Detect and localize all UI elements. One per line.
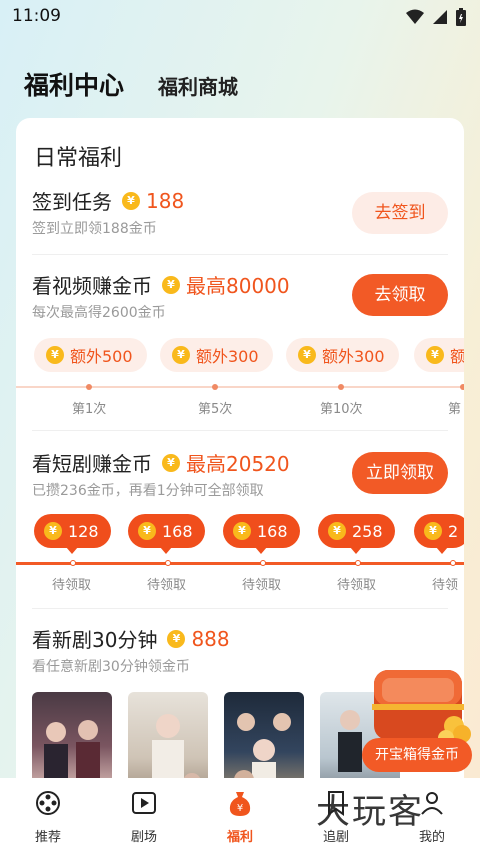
extra-reward-pill: ¥ 额 — [414, 338, 464, 372]
nav-item-theater[interactable]: 剧场 — [96, 788, 192, 845]
tick-label: 第 — [448, 402, 462, 417]
nav-item-recommend[interactable]: 推荐 — [0, 788, 96, 845]
coin-icon: ¥ — [162, 453, 180, 472]
video-claim-button[interactable]: 去领取 — [352, 274, 448, 316]
wifi-icon — [406, 9, 424, 24]
extra-reward-pill: ¥ 额外500 — [34, 338, 147, 372]
film-reel-icon — [36, 791, 60, 815]
section-title: 日常福利 — [34, 146, 123, 171]
tick-label: 第5次 — [198, 402, 233, 417]
coin-icon: ¥ — [328, 522, 346, 540]
reward-value: 128 — [68, 521, 99, 541]
new-drama-title: 看新剧30分钟 — [32, 628, 158, 652]
short-drama-progress-track — [16, 562, 464, 565]
progress-dot — [70, 560, 76, 566]
status-label: 待领取 — [242, 578, 282, 593]
reward-value: 258 — [352, 521, 383, 541]
progress-dot — [260, 560, 266, 566]
extra-label: 额外300 — [196, 347, 259, 366]
tab-welfare-center[interactable]: 福利中心 — [24, 66, 124, 102]
status-label: 待领取 — [147, 578, 187, 593]
extra-label: 额外500 — [70, 347, 133, 366]
open-chest-button[interactable]: 开宝箱得金币 — [362, 738, 472, 772]
coin-icon: ¥ — [138, 522, 156, 540]
progress-dot — [355, 560, 361, 566]
video-reward: 最高80000 — [186, 274, 290, 298]
video-subtitle: 每次最高得2600金币 — [32, 305, 166, 321]
nav-item-welfare[interactable]: ¥ 福利 — [192, 788, 288, 845]
video-title: 看视频赚金币 — [32, 274, 152, 298]
tick-label: 第10次 — [320, 402, 363, 417]
new-drama-reward: 888 — [191, 626, 230, 651]
header-tabs: 福利中心 福利商城 — [0, 56, 480, 106]
status-label: 待领取 — [52, 578, 92, 593]
treasure-chest-icon — [372, 670, 471, 746]
watermark: 大玩客 — [316, 792, 424, 832]
signin-reward: 188 — [146, 188, 185, 213]
coin-icon: ¥ — [46, 346, 64, 364]
tab-welfare-shop[interactable]: 福利商城 — [158, 71, 238, 100]
reward-value: 168 — [162, 521, 193, 541]
progress-dot — [450, 560, 456, 566]
status-icons — [406, 8, 466, 26]
progress-dot — [460, 384, 464, 390]
video-progress-track — [16, 386, 464, 388]
reward-bubble[interactable]: ¥168 — [223, 514, 300, 554]
signin-button[interactable]: 去签到 — [352, 192, 448, 234]
extra-reward-pill: ¥ 额外300 — [286, 338, 399, 372]
signin-task-title: 签到任务 ¥ 188 — [32, 186, 184, 215]
progress-dot — [338, 384, 344, 390]
signin-subtitle: 签到立即领188金币 — [32, 221, 157, 237]
short-drama-task-title: 看短剧赚金币 ¥ 最高20520 — [32, 448, 290, 477]
coin-icon: ¥ — [167, 629, 186, 648]
extra-label: 额 — [450, 347, 464, 366]
nav-label: 剧场 — [130, 830, 157, 845]
divider — [32, 254, 448, 255]
short-drama-claim-button[interactable]: 立即领取 — [352, 452, 448, 494]
battery-icon — [456, 8, 466, 26]
video-task-title: 看视频赚金币 ¥ 最高80000 — [32, 270, 290, 299]
coin-icon: ¥ — [426, 346, 444, 364]
divider — [32, 608, 448, 609]
signal-icon — [433, 10, 447, 24]
reward-bubble[interactable]: ¥168 — [128, 514, 205, 554]
reward-value: 168 — [257, 521, 288, 541]
divider — [32, 430, 448, 431]
short-drama-reward: 最高20520 — [186, 452, 290, 476]
tick-label: 第1次 — [72, 402, 107, 417]
extra-reward-pill: ¥ 额外300 — [160, 338, 273, 372]
svg-text:¥: ¥ — [237, 803, 243, 814]
coin-icon: ¥ — [162, 275, 180, 294]
progress-dot — [165, 560, 171, 566]
coin-icon: ¥ — [298, 346, 316, 364]
status-label: 待领取 — [337, 578, 377, 593]
status-bar: 11:09 — [0, 0, 480, 32]
reward-bubble[interactable]: ¥2 — [414, 514, 464, 554]
status-label: 待领 — [432, 578, 459, 593]
status-time: 11:09 — [12, 6, 61, 26]
new-drama-subtitle: 看任意新剧30分钟领金币 — [32, 659, 190, 675]
reward-bubble[interactable]: ¥128 — [34, 514, 111, 554]
progress-dot — [86, 384, 92, 390]
extra-label: 额外300 — [322, 347, 385, 366]
coin-icon: ¥ — [172, 346, 190, 364]
coin-icon: ¥ — [44, 522, 62, 540]
money-bag-icon: ¥ — [229, 792, 251, 816]
reward-value: 2 — [448, 521, 459, 541]
coin-icon: ¥ — [233, 522, 251, 540]
new-drama-task-title: 看新剧30分钟 ¥ 888 — [32, 624, 230, 653]
short-drama-title: 看短剧赚金币 — [32, 452, 152, 476]
coin-icon: ¥ — [122, 191, 140, 210]
coin-icon: ¥ — [424, 522, 442, 540]
reward-bubble[interactable]: ¥258 — [318, 514, 395, 554]
play-box-icon — [132, 792, 156, 814]
progress-dot — [212, 384, 218, 390]
nav-label: 推荐 — [34, 830, 61, 845]
short-drama-subtitle: 已攒236金币，再看1分钟可全部领取 — [32, 483, 264, 499]
nav-label: 福利 — [226, 830, 253, 845]
signin-title: 签到任务 — [32, 190, 112, 214]
